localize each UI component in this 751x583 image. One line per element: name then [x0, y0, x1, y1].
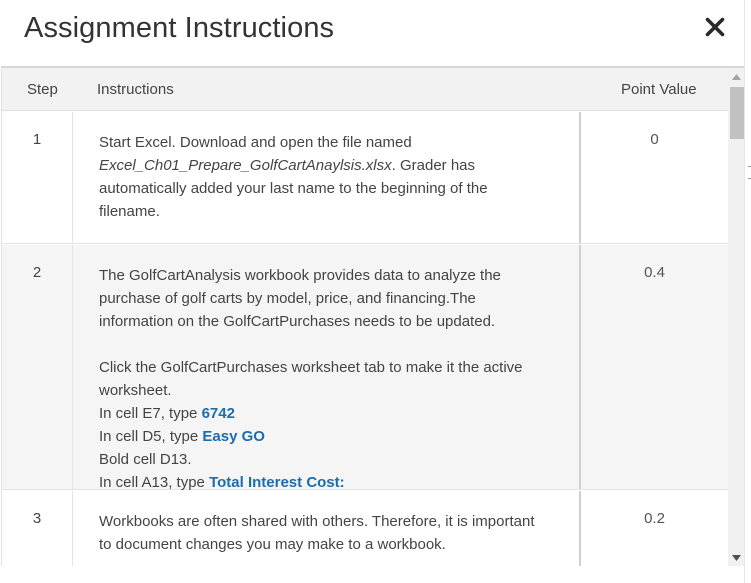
- typed-value: Total Interest Cost:: [209, 474, 345, 491]
- typed-value: 6742: [201, 405, 235, 422]
- instruction-fragment: In cell E7, type: [99, 405, 202, 422]
- column-header-step: Step: [27, 81, 58, 98]
- instruction-line: Start Excel. Download and open the file …: [99, 134, 412, 151]
- scrollbar-thumb[interactable]: [730, 87, 744, 139]
- table-header-row: Step Instructions Point Value: [2, 68, 728, 111]
- instruction-line: filename.: [99, 203, 160, 220]
- instruction-text: Start Excel. Download and open the file …: [73, 112, 581, 243]
- instruction-line: Click the GolfCartPurchases worksheet ta…: [99, 359, 523, 376]
- instruction-line: In cell D5, type Easy GO: [99, 425, 561, 448]
- assignment-instructions-modal: Assignment Instructions Step Instruction…: [0, 0, 751, 583]
- instruction-line: In cell E7, type 6742: [99, 402, 561, 425]
- table-row: 3 Workbooks are often shared with others…: [2, 491, 728, 566]
- modal-header: Assignment Instructions: [0, 0, 751, 64]
- instruction-line: Bold cell D13.: [99, 451, 192, 468]
- column-header-instructions: Instructions: [97, 81, 174, 98]
- file-name: Excel_Ch01_Prepare_GolfCartAnaylsis.xlsx: [99, 157, 392, 174]
- instruction-text: Workbooks are often shared with others. …: [73, 491, 581, 566]
- instruction-line: to document changes you may make to a wo…: [99, 536, 446, 553]
- instruction-text: The GolfCartAnalysis workbook provides d…: [73, 245, 581, 491]
- close-button[interactable]: [700, 10, 730, 44]
- step-number: 2: [2, 245, 73, 489]
- instruction-fragment: In cell A13, type: [99, 474, 210, 491]
- instructions-table: Step Instructions Point Value 1 Start Ex…: [1, 66, 744, 566]
- instruction-line: information on the GolfCartPurchases nee…: [99, 313, 496, 330]
- window-edge: [744, 0, 751, 583]
- scroll-down-button[interactable]: [728, 549, 744, 566]
- table-row: 1 Start Excel. Download and open the fil…: [2, 112, 728, 244]
- scroll-down-arrow-icon: [732, 554, 741, 561]
- scroll-up-button[interactable]: [728, 68, 744, 85]
- instruction-line: automatically added your last name to th…: [99, 180, 488, 197]
- point-value: 0.4: [644, 264, 665, 281]
- typed-value: Easy GO: [202, 428, 265, 445]
- scroll-up-arrow-icon: [732, 73, 741, 80]
- instruction-line: Workbooks are often shared with others. …: [99, 513, 535, 530]
- instruction-line: purchase of golf carts by model, price, …: [99, 290, 476, 307]
- column-header-point-value: Point Value: [621, 81, 697, 98]
- instruction-line: worksheet.: [99, 382, 172, 399]
- point-value: 0.2: [644, 510, 665, 527]
- step-number: 3: [2, 491, 73, 566]
- close-icon: [705, 17, 725, 37]
- point-value: 0: [650, 131, 659, 148]
- vertical-scrollbar[interactable]: [728, 68, 744, 566]
- modal-title: Assignment Instructions: [24, 12, 335, 44]
- instruction-fragment: In cell D5, type: [99, 428, 203, 445]
- instruction-fragment: . Grader has: [391, 157, 476, 174]
- step-number: 1: [2, 112, 73, 243]
- table-row: 2 The GolfCartAnalysis workbook provides…: [2, 245, 728, 491]
- instruction-line: The GolfCartAnalysis workbook provides d…: [99, 267, 501, 284]
- instruction-line: Excel_Ch01_Prepare_GolfCartAnaylsis.xlsx…: [99, 154, 561, 177]
